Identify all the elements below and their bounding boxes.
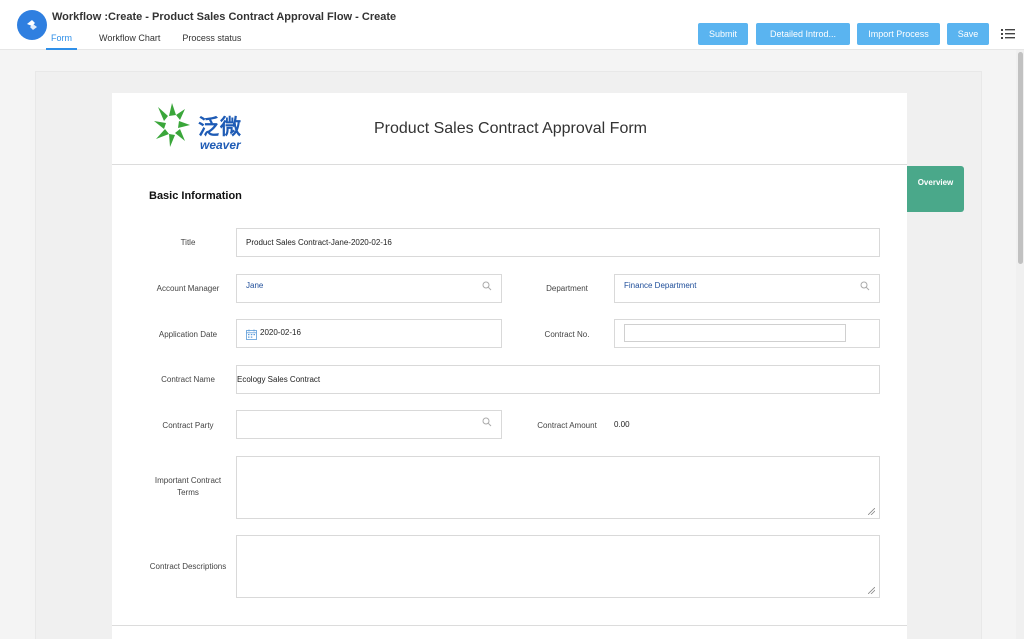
contract-no-label: Contract No. bbox=[544, 330, 590, 339]
title-field[interactable]: Product Sales Contract-Jane-2020-02-16 bbox=[236, 228, 880, 257]
contract-name-value: Ecology Sales Contract bbox=[237, 375, 321, 384]
save-button[interactable]: Save bbox=[947, 23, 989, 45]
submit-button[interactable]: Submit bbox=[698, 23, 748, 45]
resize-handle-icon[interactable] bbox=[868, 508, 875, 515]
application-date-label: Application Date bbox=[158, 330, 218, 339]
important-terms-textarea[interactable] bbox=[236, 456, 880, 519]
important-terms-label: Important Contract Terms bbox=[148, 475, 228, 499]
application-date-value: 2020-02-16 bbox=[260, 328, 301, 337]
brand-english: weaver bbox=[200, 138, 241, 152]
scrollbar-thumb[interactable] bbox=[1018, 52, 1023, 264]
account-manager-label: Account Manager bbox=[156, 284, 220, 293]
menu-list-icon[interactable] bbox=[1001, 27, 1015, 41]
search-icon[interactable] bbox=[482, 281, 492, 291]
form-title: Product Sales Contract Approval Form bbox=[374, 120, 648, 137]
department-label: Department bbox=[546, 284, 588, 293]
section-title: Basic Information bbox=[149, 190, 242, 202]
form-paper: 泛微 weaver Product Sales Contract Approva… bbox=[112, 93, 907, 639]
department-field[interactable]: Finance Department bbox=[614, 274, 880, 303]
contract-no-field bbox=[614, 319, 880, 348]
import-process-button[interactable]: Import Process bbox=[857, 23, 940, 45]
brand-chinese: 泛微 bbox=[198, 116, 242, 139]
contract-party-field[interactable] bbox=[236, 410, 502, 439]
tab-process-status[interactable]: Process status bbox=[182, 30, 241, 50]
app-logo-icon[interactable] bbox=[17, 10, 47, 40]
important-terms-label-line-2: Terms bbox=[177, 488, 199, 497]
workflow-title: Workflow :Create - Product Sales Contrac… bbox=[52, 11, 397, 23]
account-manager-value[interactable]: Jane bbox=[246, 281, 263, 290]
descriptions-label: Contract Descriptions bbox=[149, 562, 227, 571]
contract-name-label: Contract Name bbox=[161, 375, 215, 384]
department-value[interactable]: Finance Department bbox=[624, 281, 696, 290]
top-header: Workflow :Create - Product Sales Contrac… bbox=[0, 0, 1024, 50]
search-icon[interactable] bbox=[482, 417, 492, 427]
contract-party-label: Contract Party bbox=[162, 421, 214, 430]
title-label: Title bbox=[180, 238, 196, 247]
tab-bar: Form Workflow Chart Process status bbox=[46, 30, 263, 50]
resize-handle-icon[interactable] bbox=[868, 587, 875, 594]
section-divider bbox=[112, 625, 907, 626]
tab-workflow-chart[interactable]: Workflow Chart bbox=[99, 30, 160, 50]
search-icon[interactable] bbox=[860, 281, 870, 291]
application-date-field[interactable]: 2020-02-16 bbox=[236, 319, 502, 348]
account-manager-field[interactable]: Jane bbox=[236, 274, 502, 303]
contract-amount-label: Contract Amount bbox=[537, 421, 597, 430]
weaver-logo: 泛微 weaver bbox=[152, 101, 252, 153]
tab-form[interactable]: Form bbox=[46, 30, 77, 50]
overview-tab[interactable]: Overview bbox=[907, 166, 964, 212]
important-terms-label-line-1: Important Contract bbox=[154, 476, 222, 485]
descriptions-textarea[interactable] bbox=[236, 535, 880, 598]
contract-no-input[interactable] bbox=[624, 324, 846, 342]
title-value: Product Sales Contract-Jane-2020-02-16 bbox=[246, 238, 392, 247]
contract-amount-value: 0.00 bbox=[614, 420, 630, 429]
calendar-icon[interactable] bbox=[246, 329, 257, 340]
form-header: 泛微 weaver Product Sales Contract Approva… bbox=[112, 93, 907, 165]
detailed-introduction-button[interactable]: Detailed Introd... bbox=[756, 23, 850, 45]
contract-name-field[interactable]: Ecology Sales Contract bbox=[236, 365, 880, 394]
